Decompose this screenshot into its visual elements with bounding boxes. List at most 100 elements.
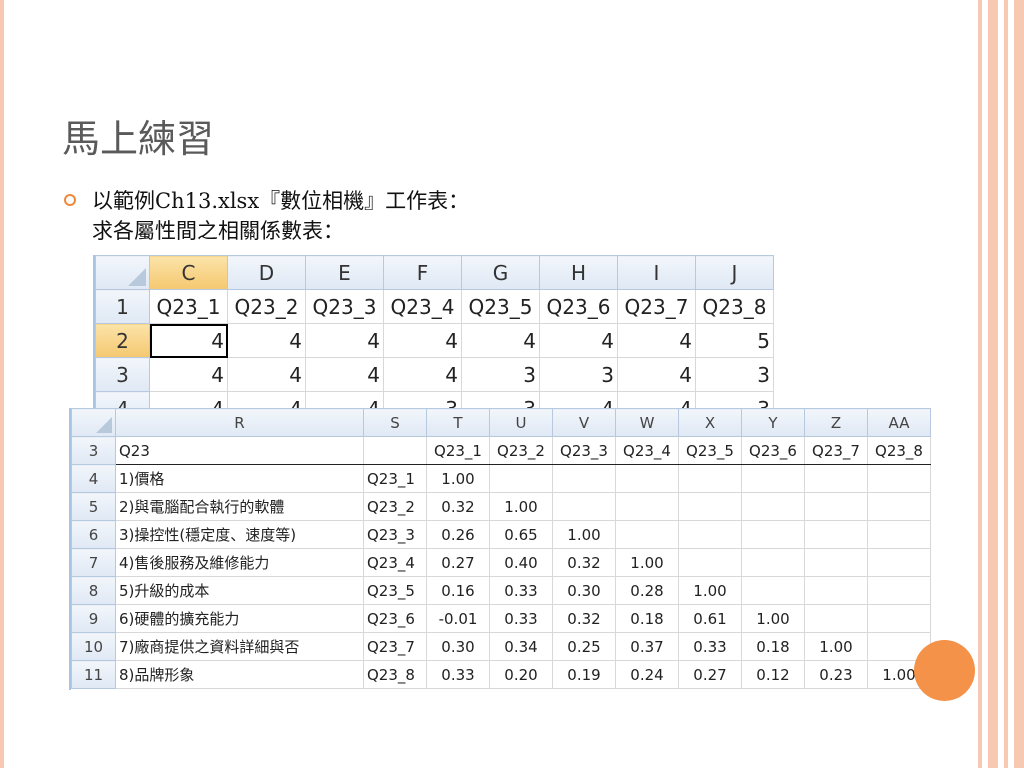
cell[interactable]: 4 <box>305 323 384 358</box>
cell[interactable]: -0.01 <box>426 604 490 633</box>
cell[interactable]: 3 <box>695 391 774 408</box>
cell[interactable]: Q23_1 <box>149 289 228 324</box>
cell[interactable] <box>678 464 742 493</box>
cell[interactable] <box>741 464 805 493</box>
cell[interactable]: 0.65 <box>489 520 553 549</box>
cell[interactable]: 0.28 <box>615 576 679 605</box>
cell[interactable] <box>867 576 931 605</box>
column-header[interactable]: T <box>426 408 490 437</box>
cell[interactable]: 0.40 <box>489 548 553 577</box>
cell[interactable]: 0.20 <box>489 660 553 689</box>
cell[interactable]: 4 <box>461 323 540 358</box>
cell[interactable]: 3 <box>383 391 462 408</box>
cell[interactable]: Q23_8 <box>363 660 427 689</box>
cell[interactable] <box>804 604 868 633</box>
cell[interactable]: 4 <box>227 357 306 392</box>
cell[interactable] <box>489 464 553 493</box>
cell[interactable]: Q23_4 <box>363 548 427 577</box>
cell[interactable]: 4 <box>539 391 618 408</box>
column-header[interactable]: R <box>115 408 364 437</box>
cell[interactable]: Q23 <box>115 436 364 465</box>
cell[interactable]: 5 <box>695 323 774 358</box>
cell[interactable]: 1.00 <box>552 520 616 549</box>
column-header[interactable]: H <box>539 255 618 290</box>
cell[interactable]: 3 <box>695 357 774 392</box>
cell[interactable]: 4 <box>539 323 618 358</box>
row-header[interactable]: 3 <box>95 357 150 392</box>
row-header[interactable]: 11 <box>71 660 116 689</box>
column-header[interactable]: I <box>617 255 696 290</box>
cell[interactable] <box>867 464 931 493</box>
cell[interactable]: 0.19 <box>552 660 616 689</box>
cell[interactable]: Q23_7 <box>363 632 427 661</box>
column-header[interactable]: E <box>305 255 384 290</box>
cell[interactable]: Q23_2 <box>363 492 427 521</box>
cell[interactable]: Q23_5 <box>461 289 540 324</box>
cell[interactable]: Q23_5 <box>678 436 742 465</box>
cell[interactable]: 0.30 <box>426 632 490 661</box>
cell[interactable]: 0.25 <box>552 632 616 661</box>
cell[interactable]: Q23_1 <box>426 436 490 465</box>
cell[interactable]: 1.00 <box>741 604 805 633</box>
cell[interactable]: Q23_8 <box>867 436 931 465</box>
cell[interactable]: Q23_8 <box>695 289 774 324</box>
row-header[interactable]: 9 <box>71 604 116 633</box>
cell[interactable]: Q23_7 <box>617 289 696 324</box>
column-header[interactable]: X <box>678 408 742 437</box>
cell[interactable]: 4 <box>149 391 228 408</box>
cell[interactable]: 0.33 <box>426 660 490 689</box>
cell[interactable]: 3 <box>461 357 540 392</box>
cell[interactable]: Q23_2 <box>489 436 553 465</box>
cell[interactable]: 0.18 <box>615 604 679 633</box>
row-header[interactable]: 2 <box>95 323 150 358</box>
cell[interactable]: Q23_7 <box>804 436 868 465</box>
row-header[interactable]: 1 <box>95 289 150 324</box>
cell[interactable]: 1.00 <box>678 576 742 605</box>
cell[interactable]: 8)品牌形象 <box>115 660 364 689</box>
column-header[interactable]: AA <box>867 408 931 437</box>
row-header[interactable]: 8 <box>71 576 116 605</box>
cell[interactable]: 1)價格 <box>115 464 364 493</box>
cell[interactable] <box>678 492 742 521</box>
cell[interactable] <box>804 520 868 549</box>
cell[interactable]: 7)廠商提供之資料詳細與否 <box>115 632 364 661</box>
cell[interactable]: Q23_1 <box>363 464 427 493</box>
cell[interactable]: 4 <box>383 323 462 358</box>
select-all-corner[interactable] <box>71 408 116 437</box>
row-header[interactable]: 7 <box>71 548 116 577</box>
cell[interactable]: 1.00 <box>615 548 679 577</box>
cell[interactable]: Q23_6 <box>741 436 805 465</box>
row-header[interactable]: 5 <box>71 492 116 521</box>
cell[interactable]: 4)售後服務及維修能力 <box>115 548 364 577</box>
cell[interactable]: 1.00 <box>804 632 868 661</box>
cell[interactable]: 3 <box>461 391 540 408</box>
cell[interactable] <box>678 548 742 577</box>
cell[interactable]: 0.23 <box>804 660 868 689</box>
cell[interactable]: 4 <box>227 323 306 358</box>
cell[interactable] <box>741 548 805 577</box>
cell[interactable]: 0.33 <box>489 576 553 605</box>
row-header[interactable]: 4 <box>95 391 150 408</box>
cell[interactable] <box>867 520 931 549</box>
cell[interactable] <box>615 520 679 549</box>
cell[interactable] <box>363 436 427 465</box>
cell[interactable] <box>741 576 805 605</box>
cell[interactable] <box>615 464 679 493</box>
row-header[interactable]: 10 <box>71 632 116 661</box>
cell[interactable]: 2)與電腦配合執行的軟體 <box>115 492 364 521</box>
cell[interactable]: 0.34 <box>489 632 553 661</box>
column-header[interactable]: D <box>227 255 306 290</box>
cell[interactable]: Q23_6 <box>363 604 427 633</box>
column-header[interactable]: Y <box>741 408 805 437</box>
cell[interactable]: 3 <box>539 357 618 392</box>
cell[interactable] <box>804 492 868 521</box>
column-header[interactable]: J <box>695 255 774 290</box>
cell[interactable]: 0.33 <box>489 604 553 633</box>
cell[interactable] <box>678 520 742 549</box>
column-header[interactable]: S <box>363 408 427 437</box>
cell[interactable]: Q23_4 <box>383 289 462 324</box>
cell[interactable]: Q23_6 <box>539 289 618 324</box>
cell[interactable]: 4 <box>305 357 384 392</box>
cell[interactable]: 0.32 <box>552 548 616 577</box>
column-header[interactable]: W <box>615 408 679 437</box>
